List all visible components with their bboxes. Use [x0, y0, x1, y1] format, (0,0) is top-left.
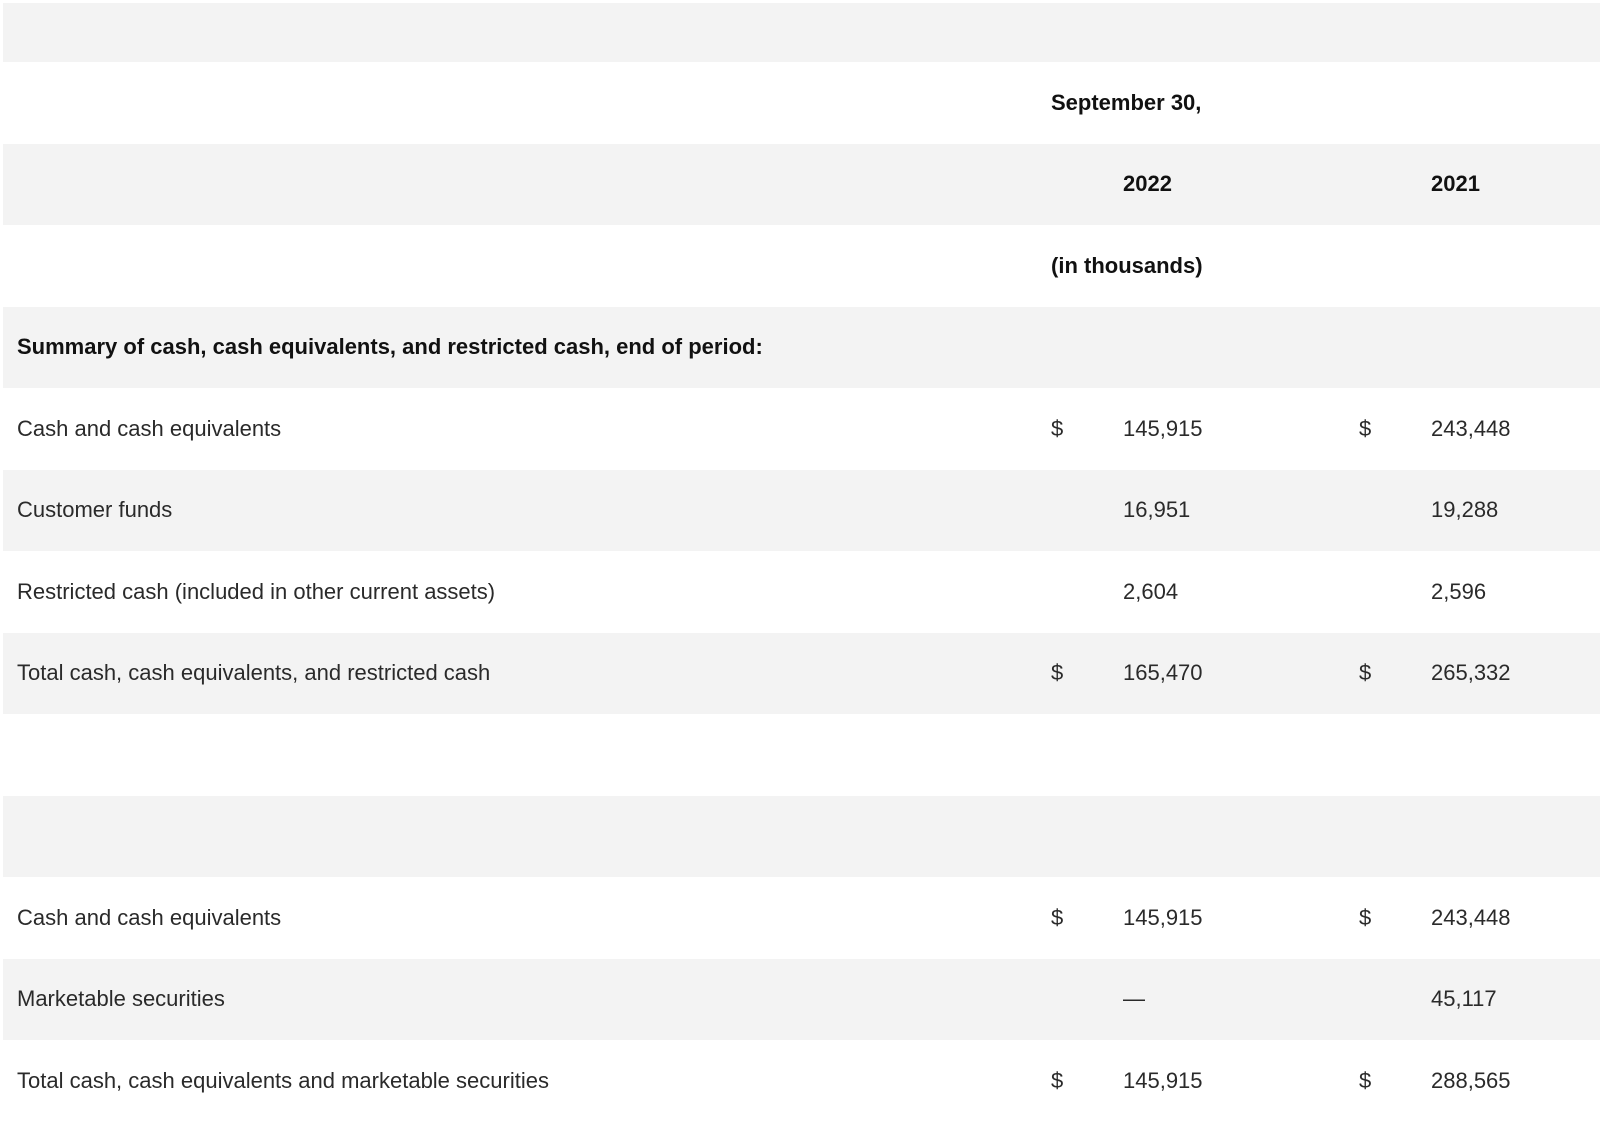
- row-label: Total cash, cash equivalents, and restri…: [17, 660, 491, 686]
- currency-symbol: $: [1359, 904, 1372, 930]
- value-2022: 145,915: [1123, 904, 1203, 930]
- row-label: Customer funds: [17, 497, 173, 523]
- cash-summary-table: September 30, 2022 2021 (in thousands) S…: [3, 3, 1600, 1122]
- table-row: Total cash, cash equivalents, and restri…: [3, 632, 1600, 714]
- currency-symbol: $: [1051, 660, 1064, 686]
- table-row: Restricted cash (included in other curre…: [3, 551, 1600, 633]
- section-title-row: Summary of cash, cash equivalents, and r…: [3, 306, 1600, 388]
- table-row: Customer funds 16,951 19,288: [3, 469, 1600, 551]
- table-row: Total cash, cash equivalents and marketa…: [3, 1040, 1600, 1122]
- currency-symbol: $: [1051, 415, 1064, 441]
- table-spacer-row: [3, 3, 1600, 62]
- value-2021: 2,596: [1431, 578, 1487, 604]
- value-2022: 165,470: [1123, 660, 1203, 686]
- year-2022-header: 2022: [1123, 171, 1172, 197]
- year-2021-header: 2021: [1431, 171, 1480, 197]
- value-2022: —: [1123, 986, 1145, 1012]
- value-2022: 2,604: [1123, 578, 1179, 604]
- units-header-row: (in thousands): [3, 225, 1600, 307]
- value-2022: 145,915: [1123, 1067, 1203, 1093]
- table-spacer-row: [3, 714, 1600, 796]
- currency-symbol: $: [1359, 415, 1372, 441]
- row-label: Marketable securities: [17, 986, 225, 1012]
- value-2022: 16,951: [1123, 497, 1191, 523]
- currency-symbol: $: [1051, 904, 1064, 930]
- section-title: Summary of cash, cash equivalents, and r…: [17, 334, 763, 360]
- table-spacer-row: [3, 795, 1600, 877]
- table-row: Marketable securities — 45,117: [3, 958, 1600, 1040]
- value-2022: 145,915: [1123, 415, 1203, 441]
- year-header-row: 2022 2021: [3, 143, 1600, 225]
- value-2021: 243,448: [1431, 415, 1511, 441]
- row-label: Cash and cash equivalents: [17, 415, 282, 441]
- value-2021: 288,565: [1431, 1067, 1511, 1093]
- value-2021: 243,448: [1431, 904, 1511, 930]
- table-row: Cash and cash equivalents $ 145,915 $ 24…: [3, 388, 1600, 470]
- row-label: Total cash, cash equivalents and marketa…: [17, 1067, 549, 1093]
- period-header-row: September 30,: [3, 62, 1600, 144]
- value-2021: 265,332: [1431, 660, 1511, 686]
- currency-symbol: $: [1359, 1067, 1372, 1093]
- currency-symbol: $: [1359, 660, 1372, 686]
- units-label: (in thousands): [1051, 252, 1203, 278]
- row-label: Restricted cash (included in other curre…: [17, 578, 496, 604]
- currency-symbol: $: [1051, 1067, 1064, 1093]
- value-2021: 19,288: [1431, 497, 1499, 523]
- value-2021: 45,117: [1431, 986, 1497, 1012]
- table-row: Cash and cash equivalents $ 145,915 $ 24…: [3, 877, 1600, 959]
- period-label: September 30,: [1051, 89, 1202, 115]
- row-label: Cash and cash equivalents: [17, 904, 282, 930]
